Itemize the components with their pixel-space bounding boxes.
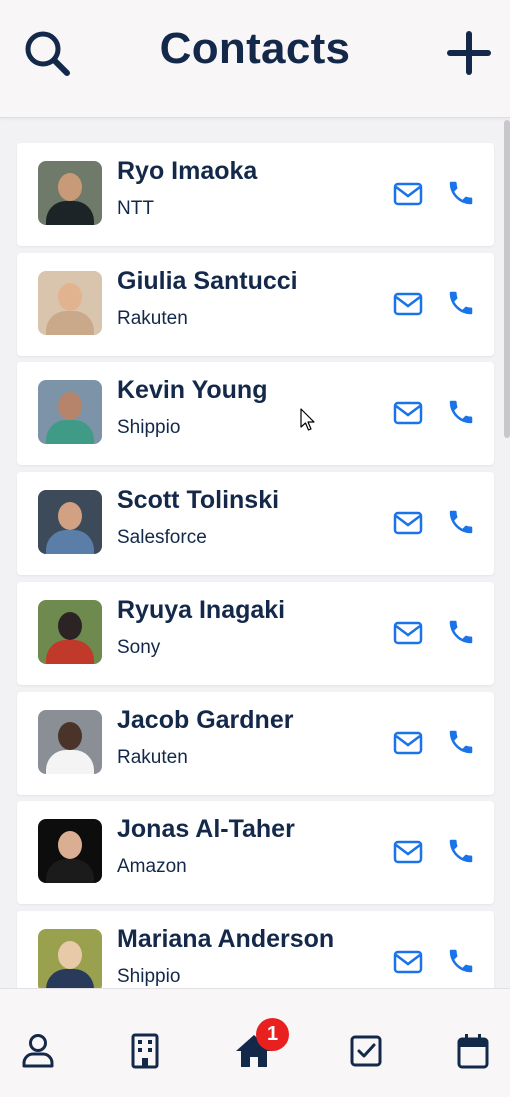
email-button[interactable] bbox=[393, 510, 423, 536]
call-button[interactable] bbox=[446, 946, 476, 976]
checkbox-icon bbox=[350, 1035, 382, 1067]
phone-icon bbox=[449, 620, 473, 644]
contact-card[interactable]: Ryo Imaoka NTT bbox=[17, 143, 494, 246]
envelope-icon bbox=[393, 511, 423, 535]
call-button[interactable] bbox=[446, 397, 476, 427]
contact-name: Jacob Gardner bbox=[117, 706, 294, 734]
contact-company: Shippio bbox=[117, 966, 181, 987]
contact-name: Mariana Anderson bbox=[117, 925, 335, 953]
email-button[interactable] bbox=[393, 291, 423, 317]
contact-card[interactable]: Jonas Al-Taher Amazon bbox=[17, 801, 494, 904]
envelope-icon bbox=[393, 292, 423, 316]
email-button[interactable] bbox=[393, 181, 423, 207]
cursor-icon bbox=[300, 408, 315, 431]
phone-icon bbox=[449, 730, 473, 754]
phone-icon bbox=[449, 181, 473, 205]
building-icon bbox=[131, 1033, 159, 1069]
contact-card[interactable]: Ryuya Inagaki Sony bbox=[17, 582, 494, 685]
contact-name: Ryo Imaoka bbox=[117, 157, 258, 185]
avatar bbox=[38, 710, 102, 774]
contact-name: Scott Tolinski bbox=[117, 486, 280, 514]
plus-icon bbox=[447, 31, 491, 75]
phone-icon bbox=[449, 400, 473, 424]
contact-company: NTT bbox=[117, 198, 154, 219]
app-header: Contacts bbox=[0, 0, 510, 118]
add-contact-button[interactable] bbox=[444, 28, 494, 78]
contact-card[interactable]: Mariana Anderson Shippio bbox=[17, 911, 494, 988]
contact-company: Rakuten bbox=[117, 308, 188, 329]
phone-icon bbox=[449, 510, 473, 534]
notification-badge: 1 bbox=[256, 1018, 289, 1051]
contact-name: Kevin Young bbox=[117, 376, 268, 404]
call-button[interactable] bbox=[446, 727, 476, 757]
avatar bbox=[38, 490, 102, 554]
contact-card[interactable]: Jacob Gardner Rakuten bbox=[17, 692, 494, 795]
avatar bbox=[38, 929, 102, 988]
call-button[interactable] bbox=[446, 617, 476, 647]
mouse-cursor bbox=[300, 408, 316, 437]
tab-companies[interactable] bbox=[128, 1033, 162, 1069]
envelope-icon bbox=[393, 950, 423, 974]
call-button[interactable] bbox=[446, 288, 476, 318]
phone-icon bbox=[449, 291, 473, 315]
tab-tasks[interactable] bbox=[349, 1033, 383, 1069]
call-button[interactable] bbox=[446, 507, 476, 537]
avatar bbox=[38, 819, 102, 883]
tab-profile[interactable] bbox=[21, 1033, 55, 1069]
contact-company: Shippio bbox=[117, 417, 181, 438]
contact-name: Jonas Al-Taher bbox=[117, 815, 295, 843]
phone-icon bbox=[449, 839, 473, 863]
contact-company: Salesforce bbox=[117, 527, 207, 548]
contact-card[interactable]: Scott Tolinski Salesforce bbox=[17, 472, 494, 575]
contact-company: Sony bbox=[117, 637, 161, 658]
envelope-icon bbox=[393, 621, 423, 645]
contact-company: Rakuten bbox=[117, 747, 188, 768]
contact-name: Giulia Santucci bbox=[117, 267, 298, 295]
avatar bbox=[38, 380, 102, 444]
contact-company: Amazon bbox=[117, 856, 187, 877]
email-button[interactable] bbox=[393, 839, 423, 865]
contact-card[interactable]: Kevin Young Shippio bbox=[17, 362, 494, 465]
contact-name: Ryuya Inagaki bbox=[117, 596, 286, 624]
envelope-icon bbox=[393, 401, 423, 425]
page-title: Contacts bbox=[159, 24, 351, 73]
email-button[interactable] bbox=[393, 620, 423, 646]
person-icon bbox=[22, 1034, 54, 1068]
email-button[interactable] bbox=[393, 730, 423, 756]
call-button[interactable] bbox=[446, 178, 476, 208]
contact-list[interactable]: Ryo Imaoka NTT Giulia Santucci Rakuten K… bbox=[0, 118, 510, 988]
email-button[interactable] bbox=[393, 400, 423, 426]
scrollbar[interactable] bbox=[504, 120, 510, 438]
envelope-icon bbox=[393, 182, 423, 206]
avatar bbox=[38, 600, 102, 664]
envelope-icon bbox=[393, 731, 423, 755]
tab-calendar[interactable] bbox=[456, 1033, 490, 1069]
envelope-icon bbox=[393, 840, 423, 864]
email-button[interactable] bbox=[393, 949, 423, 975]
call-button[interactable] bbox=[446, 836, 476, 866]
calendar-icon bbox=[457, 1034, 489, 1069]
phone-icon bbox=[449, 949, 473, 973]
avatar bbox=[38, 271, 102, 335]
contact-card[interactable]: Giulia Santucci Rakuten bbox=[17, 253, 494, 356]
avatar bbox=[38, 161, 102, 225]
bottom-tab-bar bbox=[0, 988, 510, 1097]
